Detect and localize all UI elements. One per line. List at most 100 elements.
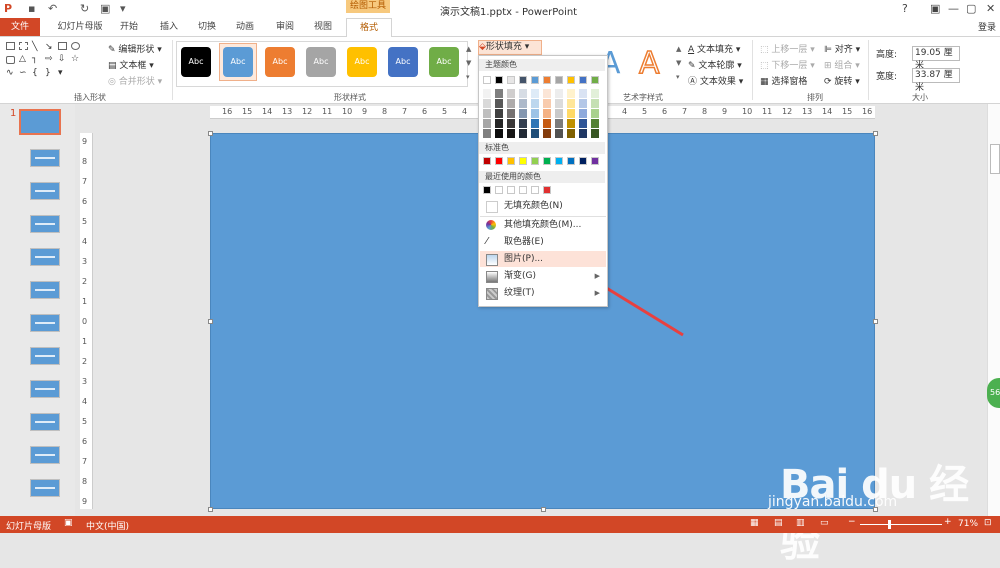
customize-toolbar-icon[interactable]: ▾	[120, 2, 126, 15]
theme-shade-swatch[interactable]	[495, 109, 503, 118]
group-button[interactable]: ⊞ 组合 ▾	[824, 58, 860, 71]
layout-thumbnail[interactable]	[30, 182, 60, 200]
resize-handle[interactable]	[208, 319, 213, 324]
theme-shade-swatch[interactable]	[555, 89, 563, 98]
standard-color-swatch[interactable]	[555, 157, 563, 165]
text-outline-button[interactable]: ✎ 文本轮廓 ▾	[688, 58, 742, 71]
shape-style-orange[interactable]: Abc	[265, 47, 295, 77]
tab-file[interactable]: 文件	[0, 18, 40, 36]
shape-style-green[interactable]: Abc	[429, 47, 459, 77]
tab-review[interactable]: 审阅	[268, 18, 302, 36]
layout-thumbnail[interactable]	[30, 149, 60, 167]
theme-shade-swatch[interactable]	[483, 99, 491, 108]
theme-shade-swatch[interactable]	[519, 129, 527, 138]
reading-view-icon[interactable]: ▥	[796, 518, 805, 528]
master-slide-thumbnail[interactable]	[19, 109, 61, 135]
theme-shade-swatch[interactable]	[495, 99, 503, 108]
theme-shade-swatch[interactable]	[591, 129, 599, 138]
bracket-shape-icon[interactable]: {	[32, 68, 38, 78]
text-box-button[interactable]: ▤ 文本框 ▾	[108, 58, 154, 71]
slideshow-icon[interactable]: ▭	[820, 518, 829, 528]
tab-transitions[interactable]: 切换	[190, 18, 224, 36]
edit-shape-button[interactable]: ✎ 编辑形状 ▾	[108, 42, 162, 55]
theme-shade-swatch[interactable]	[483, 129, 491, 138]
zoom-level[interactable]: 71%	[958, 519, 978, 529]
theme-shade-swatch[interactable]	[579, 89, 587, 98]
theme-shade-swatch[interactable]	[579, 119, 587, 128]
theme-color-swatch[interactable]	[483, 76, 491, 84]
theme-shade-swatch[interactable]	[507, 89, 515, 98]
eyedropper-item[interactable]: ⁄ 取色器(E)	[480, 234, 606, 250]
layout-thumbnail[interactable]	[30, 215, 60, 233]
theme-shade-swatch[interactable]	[567, 129, 575, 138]
right-arrow-shape-icon[interactable]: ⇨	[45, 54, 53, 64]
fit-slide-icon[interactable]: ⊡	[984, 518, 992, 528]
standard-color-swatch[interactable]	[483, 157, 491, 165]
recent-color-swatch[interactable]	[519, 186, 527, 194]
theme-shade-swatch[interactable]	[507, 99, 515, 108]
wordart-scroll-arrows[interactable]: ▲ ▼ ▾	[676, 42, 681, 84]
zoom-out-icon[interactable]: −	[848, 517, 856, 527]
theme-shade-swatch[interactable]	[567, 109, 575, 118]
arrow-line-shape-icon[interactable]: ↘	[45, 42, 53, 52]
theme-shade-swatch[interactable]	[495, 89, 503, 98]
recent-color-swatch[interactable]	[483, 186, 491, 194]
help-icon[interactable]: ?	[902, 2, 908, 15]
spell-check-icon[interactable]: ▣	[64, 518, 73, 528]
layout-thumbnail[interactable]	[30, 281, 60, 299]
brace-shape-icon[interactable]: }	[45, 68, 51, 78]
tab-insert[interactable]: 插入	[152, 18, 186, 36]
zoom-slider-thumb[interactable]	[888, 520, 891, 529]
theme-shade-swatch[interactable]	[507, 119, 515, 128]
theme-shade-swatch[interactable]	[591, 99, 599, 108]
no-fill-item[interactable]: 无填充颜色(N)	[480, 198, 606, 214]
theme-color-swatch[interactable]	[531, 76, 539, 84]
shape-style-gray[interactable]: Abc	[306, 47, 336, 77]
theme-shade-swatch[interactable]	[555, 119, 563, 128]
resize-handle[interactable]	[873, 131, 878, 136]
theme-shade-swatch[interactable]	[483, 89, 491, 98]
theme-shade-swatch[interactable]	[591, 89, 599, 98]
layout-thumbnail[interactable]	[30, 479, 60, 497]
curve-shape-icon[interactable]: ∿	[6, 68, 14, 78]
normal-view-icon[interactable]: ▦	[750, 518, 759, 528]
theme-shade-swatch[interactable]	[555, 99, 563, 108]
slide-sorter-icon[interactable]: ▤	[774, 518, 783, 528]
standard-color-swatch[interactable]	[567, 157, 575, 165]
theme-shade-swatch[interactable]	[519, 119, 527, 128]
theme-shade-swatch[interactable]	[543, 109, 551, 118]
theme-color-swatch[interactable]	[543, 76, 551, 84]
standard-color-swatch[interactable]	[591, 157, 599, 165]
maximize-icon[interactable]: ▢	[966, 2, 976, 15]
theme-shade-swatch[interactable]	[555, 129, 563, 138]
rotate-button[interactable]: ⟳ 旋转 ▾	[824, 74, 860, 87]
theme-shade-swatch[interactable]	[543, 119, 551, 128]
theme-shade-swatch[interactable]	[531, 109, 539, 118]
resize-handle[interactable]	[540, 507, 546, 512]
theme-shade-swatch[interactable]	[483, 109, 491, 118]
theme-shade-swatch[interactable]	[579, 129, 587, 138]
theme-shade-swatch[interactable]	[495, 119, 503, 128]
shape-fill-button[interactable]: ⬙形状填充 ▾	[478, 40, 542, 55]
theme-shade-swatch[interactable]	[579, 109, 587, 118]
picture-fill-item[interactable]: 图片(P)...	[480, 251, 606, 267]
standard-color-swatch[interactable]	[579, 157, 587, 165]
theme-shade-swatch[interactable]	[543, 129, 551, 138]
minimize-icon[interactable]: —	[948, 2, 959, 15]
elbow-connector-shape-icon[interactable]: ┐	[32, 54, 37, 64]
recent-color-swatch[interactable]	[543, 186, 551, 194]
theme-shade-swatch[interactable]	[507, 129, 515, 138]
resize-handle[interactable]	[208, 507, 213, 512]
styles-scroll-arrows[interactable]: ▲ ▼ ▾	[466, 42, 471, 84]
theme-shade-swatch[interactable]	[543, 99, 551, 108]
merge-shapes-button[interactable]: ◎ 合并形状 ▾	[108, 74, 162, 87]
width-input[interactable]: 33.87 厘米	[912, 68, 960, 93]
redo-icon[interactable]: ↻	[80, 2, 89, 15]
text-effects-button[interactable]: Ⓐ 文本效果 ▾	[688, 74, 743, 87]
tab-format[interactable]: 格式	[346, 18, 392, 38]
shape-style-black[interactable]: Abc	[181, 47, 211, 77]
recent-color-swatch[interactable]	[507, 186, 515, 194]
theme-color-swatch[interactable]	[579, 76, 587, 84]
close-icon[interactable]: ✕	[986, 2, 995, 15]
recent-color-swatch[interactable]	[495, 186, 503, 194]
